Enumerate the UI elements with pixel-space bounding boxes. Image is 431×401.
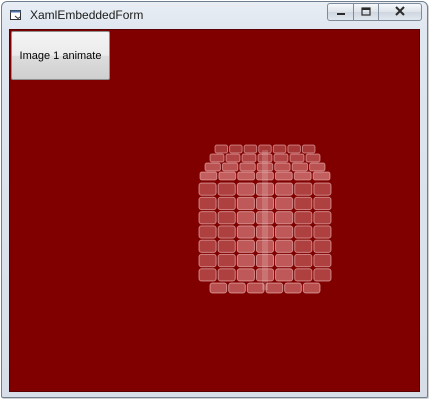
cube-cell xyxy=(275,182,294,196)
window-title: XamlEmbeddedForm xyxy=(30,8,144,22)
cube-cell xyxy=(239,162,256,172)
cube-cell xyxy=(217,211,236,225)
cube-cell xyxy=(217,182,236,196)
cube-cell xyxy=(217,253,236,268)
cube-cell xyxy=(236,182,255,196)
cube-cell xyxy=(313,268,332,282)
cube-cell xyxy=(275,196,294,211)
cube-cell xyxy=(241,153,257,163)
cube-cell xyxy=(291,162,309,172)
cube-cell xyxy=(209,153,225,163)
cube-cell xyxy=(217,268,236,282)
cube-cell xyxy=(217,196,236,211)
cube-cell xyxy=(275,211,294,225)
caption-buttons xyxy=(327,3,422,21)
cube-cell xyxy=(313,211,332,225)
cube-cell xyxy=(294,268,313,282)
cube-cell xyxy=(221,162,239,172)
cube-cell xyxy=(294,211,313,225)
cube-cell xyxy=(294,196,313,211)
close-icon xyxy=(394,3,406,21)
cube-cell xyxy=(246,282,265,294)
cube-cell xyxy=(199,171,218,181)
cube-cell xyxy=(294,253,313,268)
cube-cell xyxy=(313,182,332,196)
cube-cell xyxy=(198,268,217,282)
cube-cell xyxy=(293,171,312,181)
cube-cell xyxy=(294,182,313,196)
title-bar[interactable]: XamlEmbeddedForm xyxy=(2,2,427,28)
cube-cell xyxy=(214,144,229,154)
cube-cell xyxy=(313,225,332,239)
cube-cell xyxy=(198,253,217,268)
cube-seam xyxy=(262,150,268,290)
maximize-button[interactable] xyxy=(353,3,378,21)
application-window: XamlEmbeddedForm Image 1 animate xyxy=(1,1,428,398)
cube-cell xyxy=(305,153,321,163)
cube-cell xyxy=(209,282,228,294)
cube-cell xyxy=(198,225,217,239)
cube-cell xyxy=(217,225,236,239)
cube-cell xyxy=(229,144,243,154)
cube-cell xyxy=(294,225,313,239)
cube-cell xyxy=(284,282,302,294)
cube-cell xyxy=(217,239,236,253)
cube-cell xyxy=(198,239,217,253)
cube-cell xyxy=(301,144,316,154)
cube-cell xyxy=(275,268,294,282)
cube-cell xyxy=(274,171,293,181)
cube-cell xyxy=(309,162,326,172)
cube-cell xyxy=(236,253,255,268)
app-icon[interactable] xyxy=(9,8,23,22)
cube-cell xyxy=(275,253,294,268)
cube-cell xyxy=(243,144,258,154)
cube-cell xyxy=(313,253,332,268)
cube-cell xyxy=(236,225,255,239)
animated-cube xyxy=(198,144,332,294)
xaml-content-area: Image 1 animate xyxy=(9,29,420,392)
cube-cell xyxy=(204,162,221,172)
cube-cell xyxy=(275,239,294,253)
cube-cell xyxy=(236,196,255,211)
cube-cell xyxy=(225,153,241,163)
cube-cell xyxy=(274,162,291,172)
cube-cell xyxy=(302,282,321,294)
cube-cell xyxy=(275,225,294,239)
cube-cell xyxy=(272,144,287,154)
cube-cell xyxy=(218,171,237,181)
cube-cell xyxy=(273,153,289,163)
cube-cell xyxy=(228,282,246,294)
cube-cell xyxy=(287,144,301,154)
cube-cell xyxy=(236,268,255,282)
cube-cell xyxy=(265,282,284,294)
cube-cell xyxy=(198,196,217,211)
maximize-icon xyxy=(361,3,371,21)
cube-cell xyxy=(198,211,217,225)
cube-cell xyxy=(236,211,255,225)
cube-cell xyxy=(294,239,313,253)
cube-cell xyxy=(198,182,217,196)
close-button[interactable] xyxy=(378,3,422,21)
minimize-icon xyxy=(336,3,346,21)
cube-cell xyxy=(312,171,331,181)
cube-cell xyxy=(236,239,255,253)
cube-cell xyxy=(237,171,256,181)
cube-cell xyxy=(313,196,332,211)
image-1-animate-button[interactable]: Image 1 animate xyxy=(11,31,110,80)
cube-cell xyxy=(289,153,305,163)
cube-cell xyxy=(313,239,332,253)
minimize-button[interactable] xyxy=(327,3,353,21)
